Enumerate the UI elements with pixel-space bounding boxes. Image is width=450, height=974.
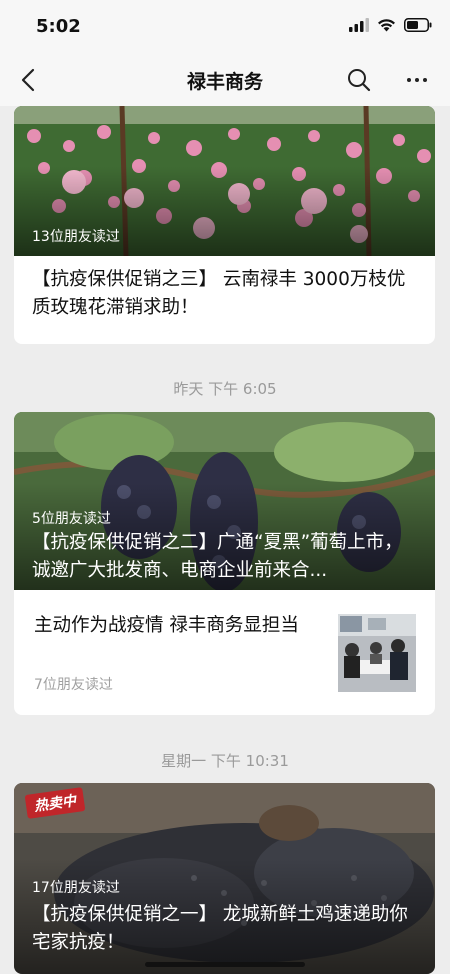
article-card[interactable]: 热卖中 17位朋友读过 【抗疫保供促销之一】 龙城新鲜土鸡速递助你宅家抗疫！ — [14, 783, 435, 974]
page-title: 禄丰商务 — [186, 71, 263, 93]
article-card[interactable]: 13位朋友读过 【抗疫保供促销之三】 云南禄丰 3000万枝优质玫瑰花滞销求助！ — [14, 106, 435, 344]
more-dots-icon — [407, 78, 411, 82]
search-button[interactable] — [346, 67, 372, 93]
nav-bar: 禄丰商务 — [0, 54, 450, 106]
status-icons — [349, 18, 432, 32]
read-count: 13位朋友读过 — [32, 229, 120, 245]
signal-icon — [349, 18, 369, 32]
read-count: 5位朋友读过 — [32, 511, 111, 527]
article-title[interactable]: 【抗疫保供促销之一】 龙城新鲜土鸡速递助你宅家抗疫！ — [32, 901, 419, 957]
meeting-photo-image — [338, 614, 416, 692]
article-cover-image[interactable]: 5位朋友读过 【抗疫保供促销之二】广通“夏黑”葡萄上市，诚邀广大批发商、电商企业… — [14, 412, 435, 590]
timestamp: 昨天 下午 6:05 — [173, 380, 277, 398]
sub-article-read-count: 7位朋友读过 — [34, 677, 113, 693]
sub-article-thumbnail[interactable] — [338, 614, 416, 692]
article-group-card: 5位朋友读过 【抗疫保供促销之二】广通“夏黑”葡萄上市，诚邀广大批发商、电商企业… — [14, 412, 435, 715]
more-button[interactable] — [402, 67, 432, 93]
sub-article-title[interactable]: 主动作为战疫情 禄丰商务显担当 — [34, 612, 324, 640]
read-count: 17位朋友读过 — [32, 880, 120, 896]
battery-icon — [404, 18, 432, 32]
wifi-icon — [378, 19, 395, 32]
article-title[interactable]: 【抗疫保供促销之三】 云南禄丰 3000万枝优质玫瑰花滞销求助！ — [14, 256, 435, 322]
sub-article-item[interactable]: 主动作为战疫情 禄丰商务显担当 7位朋友读过 — [14, 590, 435, 714]
article-cover-image: 热卖中 17位朋友读过 【抗疫保供促销之一】 龙城新鲜土鸡速递助你宅家抗疫！ — [14, 783, 435, 974]
article-title[interactable]: 【抗疫保供促销之二】广通“夏黑”葡萄上市，诚邀广大批发商、电商企业前来合... — [32, 529, 419, 585]
home-indicator[interactable] — [145, 962, 305, 967]
article-cover-image: 13位朋友读过 — [14, 106, 435, 256]
status-bar: 5:02 — [0, 0, 450, 54]
hot-sale-badge-label: 热卖中 — [33, 793, 78, 815]
status-time: 5:02 — [36, 16, 81, 37]
search-icon — [348, 69, 371, 92]
timestamp: 星期一 下午 10:31 — [161, 752, 289, 770]
